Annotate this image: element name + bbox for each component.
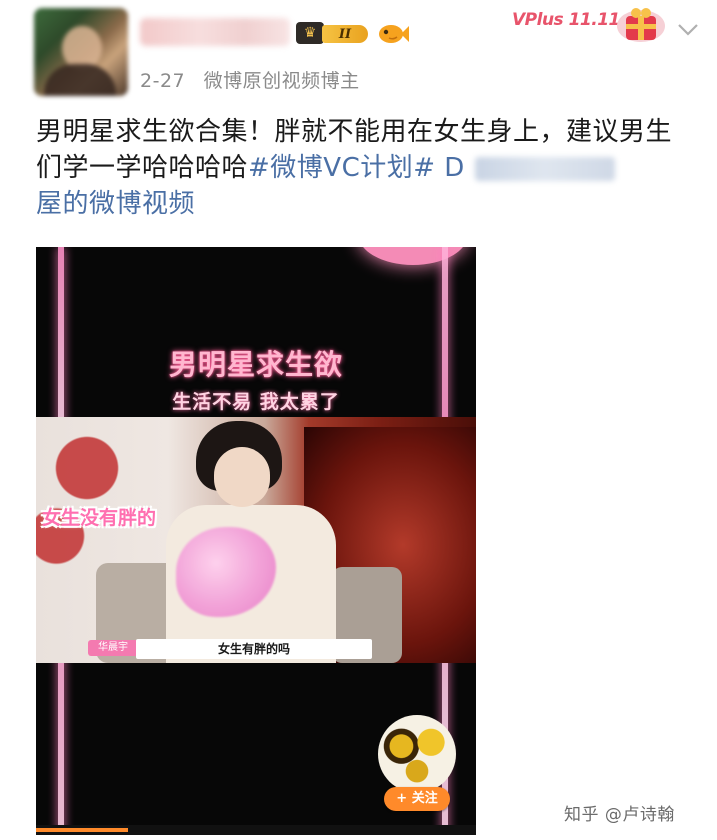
level-badge: II	[322, 25, 368, 43]
video-scene: 女生没有胖的 华晨宇 女生有胖的吗	[36, 417, 476, 663]
avatar[interactable]	[34, 8, 128, 96]
zhihu-watermark: 知乎 @卢诗翰	[564, 805, 675, 825]
video-link-prefix[interactable]: D	[444, 153, 465, 183]
post-date: 2-27	[140, 70, 186, 92]
chevron-down-icon[interactable]	[676, 22, 700, 38]
follow-button[interactable]: + 关注	[384, 787, 450, 811]
post-meta: 2-27 微博原创视频博主	[140, 66, 360, 93]
video-link-blurred[interactable]	[474, 156, 615, 181]
author-tag: 微博原创视频博主	[203, 70, 360, 92]
vplus-badge[interactable]: VPlus 11.11	[512, 10, 620, 38]
scene-person-face	[214, 447, 270, 507]
video-player[interactable]: 男明星求生欲 生活不易 我太累了 女生没有胖的 华晨宇 女生有胖的吗 + 关注	[36, 247, 476, 835]
name-tag: 华晨宇	[88, 640, 138, 656]
progress-fill	[36, 828, 129, 832]
fish-icon	[379, 25, 409, 43]
username-blurred[interactable]	[140, 18, 290, 46]
pink-caption: 女生没有胖的	[42, 507, 157, 529]
crown-icon: ♛	[296, 22, 324, 44]
gift-icon[interactable]	[612, 2, 670, 46]
video-subtitle: 生活不易 我太累了	[172, 391, 340, 413]
hashtag-link[interactable]: #微博VC计划#	[248, 153, 436, 183]
video-title: 男明星求生欲	[168, 348, 343, 381]
subtitle-caption: 女生有胖的吗	[136, 639, 372, 659]
video-link-suffix[interactable]: 屋的微博视频	[36, 189, 195, 219]
sunflower-avatar[interactable]	[378, 715, 456, 793]
top-glow	[358, 247, 468, 265]
post-text: 男明星求生欲合集！胖就不能用在女生身上，建议男生们学一学哈哈哈哈#微博VC计划#…	[36, 114, 686, 222]
